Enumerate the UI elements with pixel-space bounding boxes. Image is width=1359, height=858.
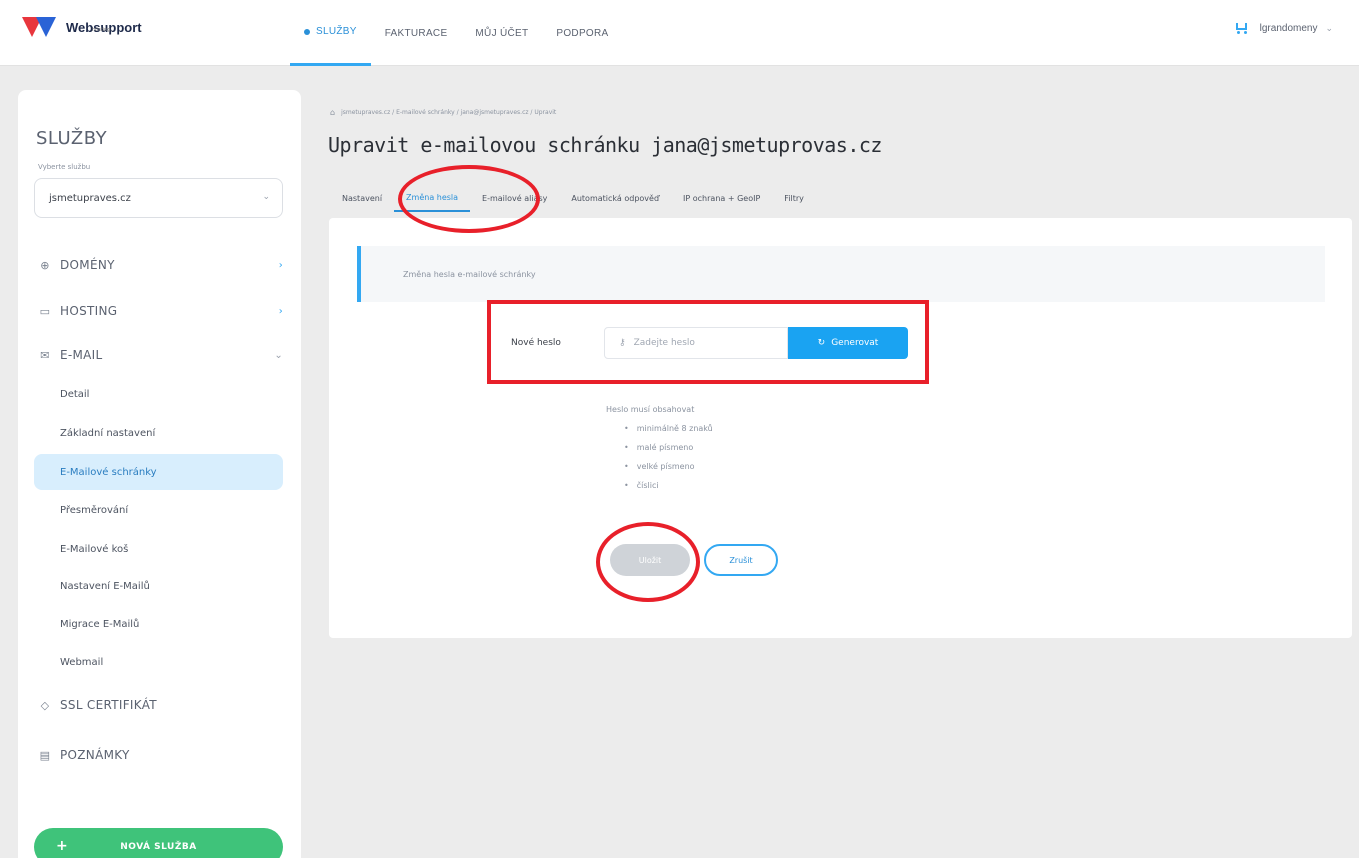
user-name: lgrandomeny [1259,22,1318,34]
tab-emailove-aliasy[interactable]: E-mailové aliasy [470,184,559,212]
sidebar-subtitle: Vyberte službu [38,163,91,171]
password-rule: minimálně 8 znaků [624,419,713,438]
tab-filtry[interactable]: Filtry [772,184,816,212]
breadcrumb: ⌂ jsmetupraves.cz / E-mailové schránky /… [330,108,556,117]
nav-label: MŮJ ÚČET [475,27,529,39]
tab-nastaveni[interactable]: Nastavení [330,184,394,212]
top-nav: SLUŽBY FAKTURACE MŮJ ÚČET PODPORA [290,0,623,66]
sidebar-item-label: POZNÁMKY [60,748,130,762]
content-panel: Změna hesla e-mailové schránky Nové hesl… [329,218,1352,638]
globe-icon: ⊕ [40,258,50,272]
generate-button[interactable]: ↻ Generovat [788,327,908,359]
nav-label: PODPORA [556,27,609,39]
tabs: Nastavení Změna hesla E-mailové aliasy A… [330,184,816,212]
sidebar-item-poznamky[interactable]: ▤ POZNÁMKY [38,748,283,762]
password-rule: číslici [624,476,713,495]
user-menu[interactable]: lgrandomeny ⌄ [1234,22,1333,34]
sidebar-item-emailove-kos[interactable]: E-Mailové koš [34,531,283,567]
sidebar-item-label: HOSTING [60,304,118,318]
cart-icon[interactable] [1234,22,1248,34]
logo-icon [22,15,62,39]
sidebar-item-webmail[interactable]: Webmail [34,644,283,680]
breadcrumb-text[interactable]: jsmetupraves.cz / E-mailové schránky / j… [341,109,556,116]
password-input[interactable]: ⚷ Zadejte heslo [604,327,788,359]
chevron-right-icon: › [278,305,283,317]
save-button[interactable]: Uložit [610,544,690,576]
brand-sub: hosting [92,27,111,33]
sidebar-title: SLUŽBY [36,128,108,149]
chevron-right-icon: › [278,259,283,271]
page-title: Upravit e-mailovou schránku jana@jsmetup… [328,133,882,157]
sidebar: SLUŽBY Vyberte službu jsmetupraves.cz ⌄ … [18,90,301,858]
nav-sluzby[interactable]: SLUŽBY [290,0,371,66]
brand-logo[interactable]: Websupport [22,12,142,42]
sidebar-item-detail[interactable]: Detail [34,376,283,412]
cancel-label: Zrušit [729,555,753,565]
chevron-down-icon: ⌄ [262,192,270,202]
plus-icon: + [56,838,69,854]
home-icon[interactable]: ⌂ [330,108,335,117]
sidebar-item-label: DOMÉNY [60,258,115,272]
refresh-icon: ↻ [817,338,826,348]
password-rule: malé písmeno [624,438,713,457]
password-rules: Heslo musí obsahovat minimálně 8 znaků m… [606,400,713,495]
nav-muj-ucet[interactable]: MŮJ ÚČET [461,0,542,66]
cancel-button[interactable]: Zrušit [704,544,778,576]
sidebar-item-email[interactable]: ✉ E-MAIL ⌄ [38,348,283,362]
sidebar-item-ssl[interactable]: ◇ SSL CERTIFIKÁT [38,698,283,712]
domain-select-value: jsmetupraves.cz [49,192,131,204]
tab-zmena-hesla[interactable]: Změna hesla [394,184,471,212]
info-box: Změna hesla e-mailové schránky [357,246,1325,302]
top-bar: Websupport hosting SLUŽBY FAKTURACE MŮJ … [0,0,1359,66]
server-icon: ▭ [39,304,51,318]
sidebar-item-presmerovani[interactable]: Přesměrování [34,492,283,528]
nav-fakturace[interactable]: FAKTURACE [371,0,462,66]
sidebar-item-domeny[interactable]: ⊕ DOMÉNY › [38,258,283,272]
mail-icon: ✉ [40,348,50,362]
password-placeholder: Zadejte heslo [633,338,695,348]
sidebar-item-migrace-emailu[interactable]: Migrace E-Mailů [34,606,283,642]
password-rules-title: Heslo musí obsahovat [606,405,695,414]
chevron-down-icon: ⌄ [274,349,283,361]
sidebar-item-hosting[interactable]: ▭ HOSTING › [38,304,283,318]
sidebar-item-label: E-MAIL [60,348,103,362]
nav-label: FAKTURACE [384,27,448,39]
password-label: Nové heslo [511,338,561,348]
new-service-label: NOVÁ SLUŽBA [120,842,197,852]
sidebar-item-emailove-schranky[interactable]: E-Mailové schránky [34,454,283,490]
shield-icon: ◇ [40,698,50,712]
tab-automaticka-odpoved[interactable]: Automatická odpověď [559,184,671,212]
chevron-down-icon: ⌄ [1325,22,1333,33]
sidebar-item-zakladni-nastaveni[interactable]: Základní nastavení [34,415,283,451]
nav-label: SLUŽBY [316,26,357,37]
domain-select[interactable]: jsmetupraves.cz ⌄ [34,178,283,218]
sidebar-item-label: SSL CERTIFIKÁT [60,698,157,712]
password-rule: velké písmeno [624,457,713,476]
sidebar-item-nastaveni-emailu[interactable]: Nastavení E-Mailů [34,568,283,604]
tab-ip-ochrana[interactable]: IP ochrana + GeoIP [671,184,772,212]
new-service-button[interactable]: + NOVÁ SLUŽBA [34,828,283,858]
active-dot-icon [304,28,310,35]
nav-podpora[interactable]: PODPORA [542,0,622,66]
generate-label: Generovat [831,338,879,348]
notes-icon: ▤ [39,748,51,762]
key-icon: ⚷ [619,338,626,348]
save-label: Uložit [638,555,662,565]
